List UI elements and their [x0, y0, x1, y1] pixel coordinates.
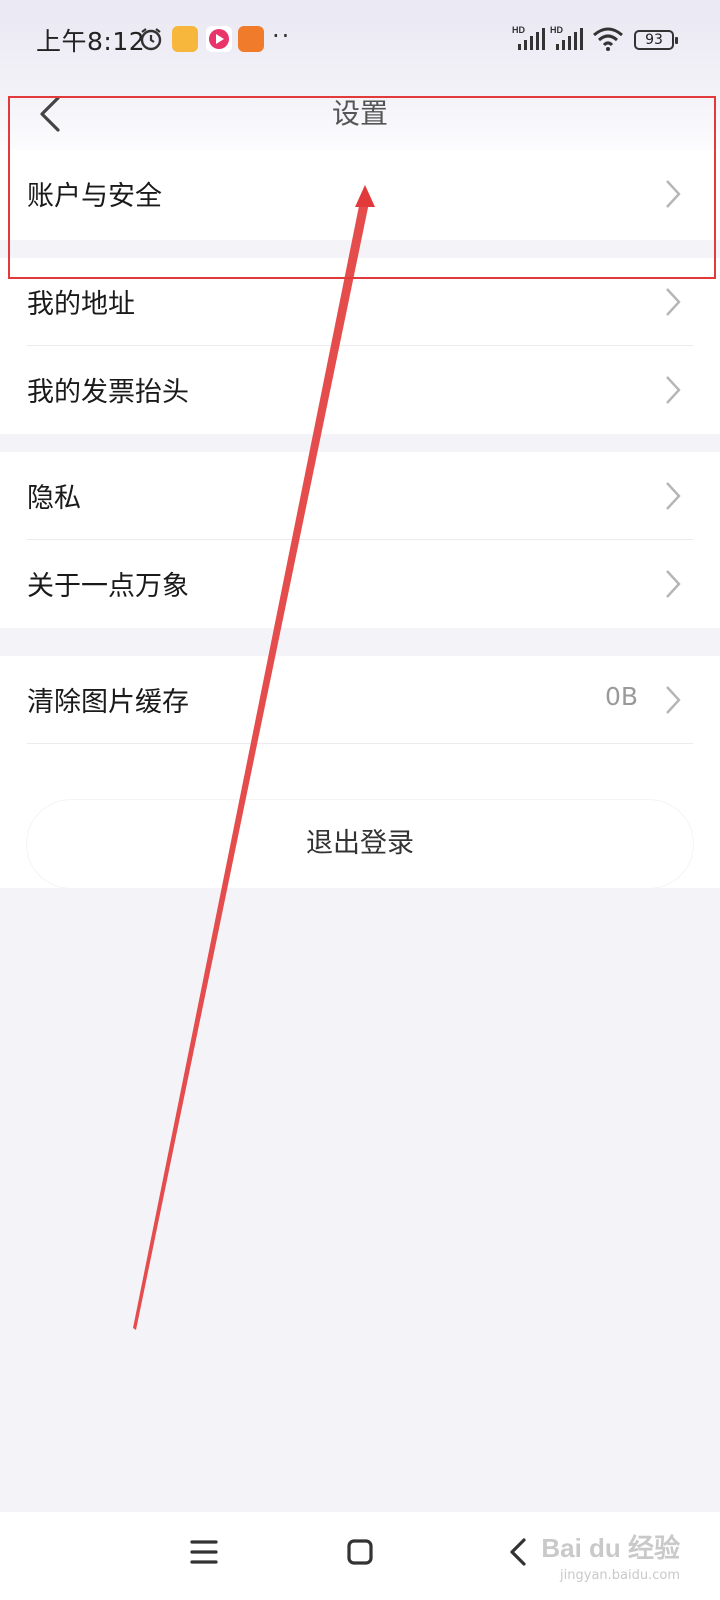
- settings-item-my-address[interactable]: 我的地址: [0, 258, 720, 346]
- settings-item-label: 清除图片缓存: [27, 687, 189, 718]
- settings-item-account-security[interactable]: 账户与安全: [0, 150, 720, 240]
- status-more-indicator: ··: [272, 22, 292, 50]
- settings-item-about[interactable]: 关于一点万象: [0, 540, 720, 628]
- alarm-icon: [140, 28, 162, 51]
- settings-item-label: 隐私: [27, 483, 81, 514]
- battery-icon: 93: [634, 30, 678, 50]
- home-icon[interactable]: [340, 1532, 380, 1572]
- notification-shop-icon: [238, 26, 264, 52]
- settings-group-account: 账户与安全: [0, 150, 720, 240]
- svg-text:HD: HD: [550, 25, 563, 35]
- chevron-right-icon: [666, 288, 681, 316]
- svg-text:HD: HD: [512, 25, 525, 35]
- signal-icon: HD: [550, 25, 583, 50]
- logout-button[interactable]: 退出登录: [27, 800, 693, 888]
- settings-item-label: 账户与安全: [27, 181, 162, 212]
- settings-item-invoice-title[interactable]: 我的发票抬头: [0, 346, 720, 434]
- settings-group-storage: 清除图片缓存 0B: [0, 656, 720, 744]
- settings-item-clear-cache[interactable]: 清除图片缓存 0B: [0, 656, 720, 744]
- back-icon[interactable]: [500, 1532, 540, 1572]
- signal-icon: HD: [512, 25, 545, 50]
- settings-item-label: 我的地址: [27, 289, 135, 320]
- settings-item-privacy[interactable]: 隐私: [0, 452, 720, 540]
- chevron-right-icon: [666, 376, 681, 404]
- settings-group-personal: 我的地址 我的发票抬头: [0, 258, 720, 434]
- chevron-right-icon: [666, 482, 681, 510]
- settings-item-label: 我的发票抬头: [27, 377, 189, 408]
- notification-video-icon: [206, 26, 232, 52]
- watermark-site: jingyan.baidu.com: [560, 1568, 680, 1583]
- cache-size-value: 0B: [604, 682, 638, 711]
- notification-app-icon: [172, 26, 198, 52]
- watermark-brand: Bai du 经验: [541, 1533, 680, 1563]
- status-time: 上午8:12: [36, 27, 146, 56]
- wifi-icon: [593, 27, 623, 51]
- page-title: 设置: [331, 97, 388, 130]
- menu-icon[interactable]: [184, 1532, 224, 1572]
- divider: [27, 743, 693, 744]
- page-header: 设置: [0, 80, 720, 150]
- settings-group-about: 隐私 关于一点万象: [0, 452, 720, 628]
- status-bar: 上午8:12 ·· HD HD 93: [0, 0, 720, 80]
- settings-item-label: 关于一点万象: [27, 571, 189, 602]
- chevron-right-icon: [666, 686, 681, 714]
- chevron-right-icon: [666, 570, 681, 598]
- chevron-right-icon: [666, 180, 681, 208]
